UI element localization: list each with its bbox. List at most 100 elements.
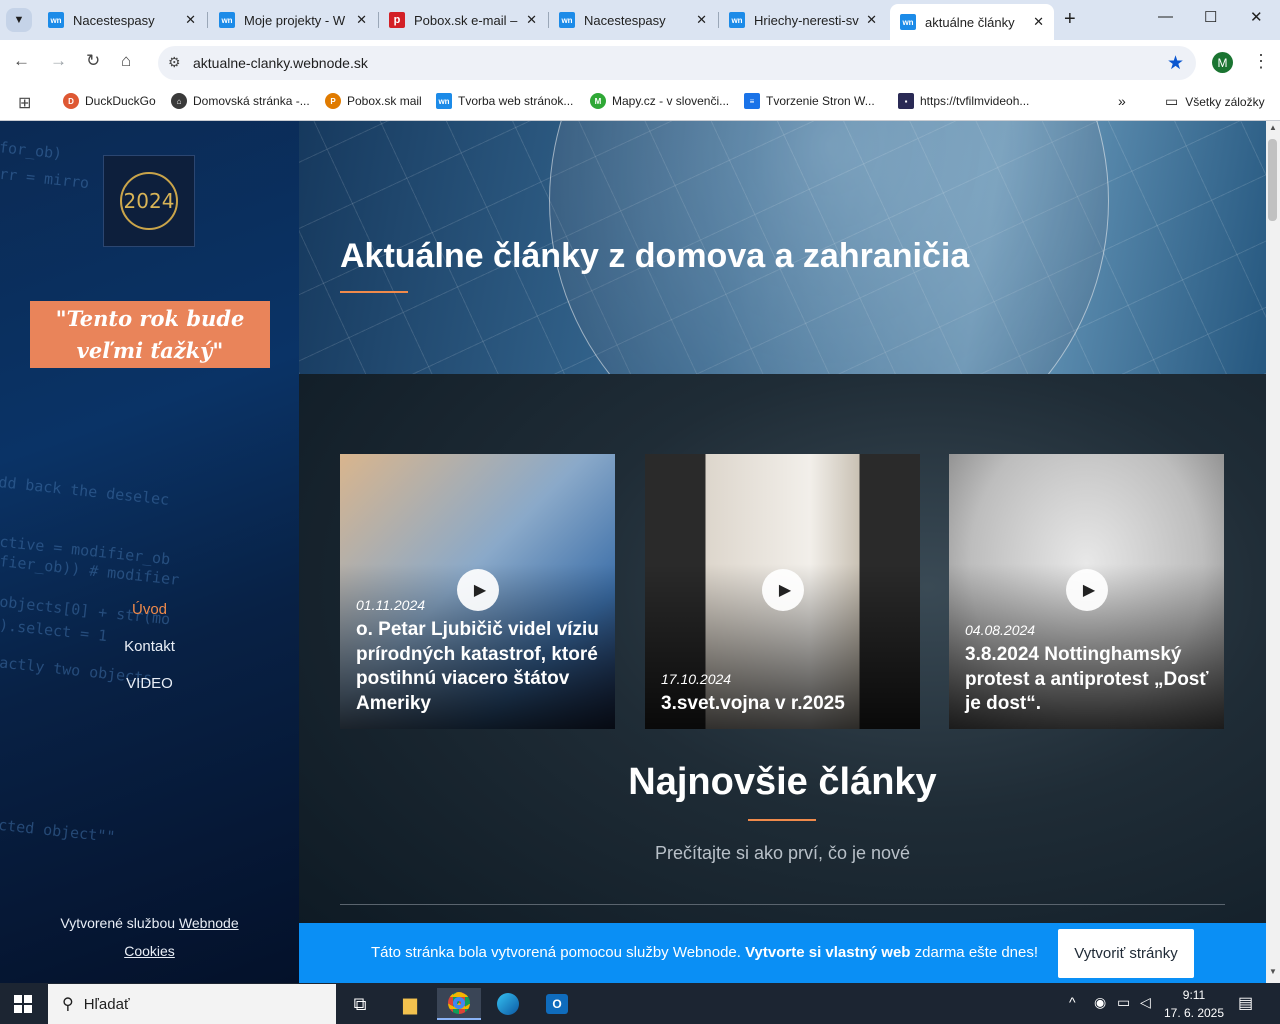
latest-underline [748,819,816,821]
windows-start-icon[interactable] [14,995,32,1013]
system-clock[interactable]: 9:11 17. 6. 2025 [1158,986,1230,1022]
network-icon[interactable]: ▭ [1117,994,1130,1011]
browser-toolbar: ← → ↻ ⌂ ⚙ aktualne-clanky.webnode.sk ★ M… [0,40,1280,86]
close-tab-icon[interactable]: ✕ [185,12,196,28]
reload-button[interactable]: ↻ [86,51,100,71]
tab-title: aktuálne články [925,14,1015,30]
promo-text-end: zdarma ešte dnes! [910,944,1039,961]
tab-title: Hriechy-neresti-sv [754,12,859,28]
maximize-button[interactable]: ☐ [1204,8,1217,26]
tab-nacestespasy-1[interactable]: wn Nacestespasy ✕ [38,5,206,35]
bookmark-star-icon[interactable]: ★ [1167,52,1184,75]
cookies-link[interactable]: Cookies [124,943,175,959]
close-tab-icon[interactable]: ✕ [356,12,367,28]
tab-nacestespasy-2[interactable]: wn Nacestespasy ✕ [549,5,717,35]
close-tab-icon[interactable]: ✕ [696,12,707,28]
webnode-link[interactable]: Webnode [179,915,239,931]
promo-text: Táto stránka bola vytvorená pomocou služ… [371,944,1038,961]
clock-date: 17. 6. 2025 [1163,1006,1225,1020]
card-title[interactable]: 3.svet.vojna v r.2025 [661,692,909,717]
menu-item-uvod[interactable]: Úvod [0,601,299,618]
outlook-taskbar-icon[interactable]: O [535,988,579,1020]
webnode-favicon-icon: wn [48,12,64,28]
main-content: Aktuálne články z domova a zahraničia ▶ … [299,121,1266,983]
create-site-button[interactable]: Vytvoriť stránky [1058,929,1194,978]
hero-banner: Aktuálne články z domova a zahraničia [299,121,1266,374]
quote-box: "Tento rok bude veľmi ťažký" [30,301,270,368]
article-card-vojna[interactable]: ▶ 17.10.2024 3.svet.vojna v r.2025 [645,454,920,729]
tab-aktualne-clanky[interactable]: wn aktuálne články ✕ [890,4,1054,40]
back-button[interactable]: ← [13,51,30,71]
tab-pobox[interactable]: p Pobox.sk e-mail – p ✕ [379,5,547,35]
page-scrollbar[interactable]: ▲ ▼ [1266,121,1280,983]
close-tab-icon[interactable]: ✕ [1033,14,1044,30]
card-title[interactable]: o. Petar Ljubičič videl víziu prírodných… [356,618,604,716]
site-logo[interactable]: 2024 [103,155,195,247]
close-window-button[interactable]: ✕ [1250,8,1263,26]
address-bar[interactable]: ⚙ aktualne-clanky.webnode.sk ★ [158,46,1196,80]
chrome-taskbar-icon[interactable] [437,988,481,1020]
code-background: -add back the deselec [0,471,171,509]
bookmark-label: DuckDuckGo [85,94,156,108]
tab-title: Pobox.sk e-mail – p [414,12,521,28]
logo-ring: 2024 [120,172,178,230]
apps-grid-icon[interactable]: ⊞ [18,93,31,113]
file-explorer-icon[interactable]: ▆ [388,988,432,1020]
url-text[interactable]: aktualne-clanky.webnode.sk [193,55,368,71]
scroll-up-icon[interactable]: ▲ [1269,123,1277,132]
scroll-down-icon[interactable]: ▼ [1269,967,1277,976]
close-tab-icon[interactable]: ✕ [866,12,877,28]
taskbar-search[interactable]: ⚲ Hľadať [48,984,336,1024]
notifications-icon[interactable]: ▤ [1238,993,1253,1013]
minimize-button[interactable]: — [1158,8,1173,25]
bookmark-domovska[interactable]: ⌂ Domovská stránka -... [171,93,310,109]
menu-item-video[interactable]: VIDEO [0,675,299,692]
bookmark-label: https://tvfilmvideoh... [920,94,1030,108]
all-bookmarks-button[interactable]: ▭ Všetky záložky [1165,93,1265,110]
profile-avatar[interactable]: M [1212,52,1233,73]
windows-taskbar: ⚲ Hľadať ⧉ ▆ O ^ ◉ ▭ ◁ 9:11 17. 6. 2025 … [0,983,1280,1024]
hero-underline [340,291,408,293]
more-bookmarks-button[interactable]: » [1118,93,1126,109]
edge-taskbar-icon[interactable] [486,988,530,1020]
site-info-icon[interactable]: ⚙ [168,54,181,71]
volume-icon[interactable]: ◁ [1140,994,1151,1011]
search-icon: ⚲ [62,996,74,1013]
bookmark-mapy[interactable]: M Mapy.cz - v slovenči... [590,93,729,109]
tab-search-button[interactable]: ▼ [6,8,32,32]
webnode-favicon-icon: wn [219,12,235,28]
forward-button[interactable]: → [50,51,67,71]
chrome-logo-icon [448,992,470,1014]
meet-icon[interactable]: ◉ [1094,994,1106,1011]
card-title[interactable]: 3.8.2024 Nottinghamský protest a antipro… [965,643,1213,717]
tray-overflow-icon[interactable]: ^ [1069,994,1076,1010]
web-page: .for_ob) irr = mirro -add back the desel… [0,121,1266,983]
code-background: irr = mirro [0,163,91,193]
pobox-icon: P [325,93,341,109]
tab-title: Nacestespasy [73,12,155,28]
promo-text-bold[interactable]: Vytvorte si vlastný web [745,944,910,961]
scrollbar-thumb[interactable] [1268,139,1277,221]
play-icon[interactable]: ▶ [1066,569,1108,611]
close-tab-icon[interactable]: ✕ [526,12,537,28]
tab-moje-projekty[interactable]: wn Moje projekty - W ✕ [209,5,377,35]
task-view-icon[interactable]: ⧉ [338,988,382,1020]
article-card-ljubicic[interactable]: ▶ 01.11.2024 o. Petar Ljubičič videl víz… [340,454,615,729]
bookmark-label: Domovská stránka -... [193,94,310,108]
home-button[interactable]: ⌂ [121,51,131,71]
bookmark-label: Všetky záložky [1185,94,1265,109]
new-tab-button[interactable]: + [1064,8,1076,31]
play-icon[interactable]: ▶ [762,569,804,611]
tab-hriechy[interactable]: wn Hriechy-neresti-sv ✕ [719,5,887,35]
article-card-nottingham[interactable]: ▶ 04.08.2024 3.8.2024 Nottinghamský prot… [949,454,1224,729]
bookmark-tvorba[interactable]: wn Tvorba web stránok... [436,93,573,109]
bookmark-tvorzenie[interactable]: ≡ Tvorzenie Stron W... [744,93,875,109]
bookmarks-bar: ⊞ D DuckDuckGo ⌂ Domovská stránka -... P… [0,86,1280,121]
play-icon[interactable]: ▶ [457,569,499,611]
bookmark-tvfilm[interactable]: ▪ https://tvfilmvideoh... [898,93,1029,109]
sidebar: .for_ob) irr = mirro -add back the desel… [0,121,299,983]
bookmark-duckduckgo[interactable]: D DuckDuckGo [63,93,156,109]
browser-menu-icon[interactable]: ⋮ [1252,51,1270,72]
menu-item-kontakt[interactable]: Kontakt [0,638,299,655]
bookmark-pobox[interactable]: P Pobox.sk mail [325,93,422,109]
